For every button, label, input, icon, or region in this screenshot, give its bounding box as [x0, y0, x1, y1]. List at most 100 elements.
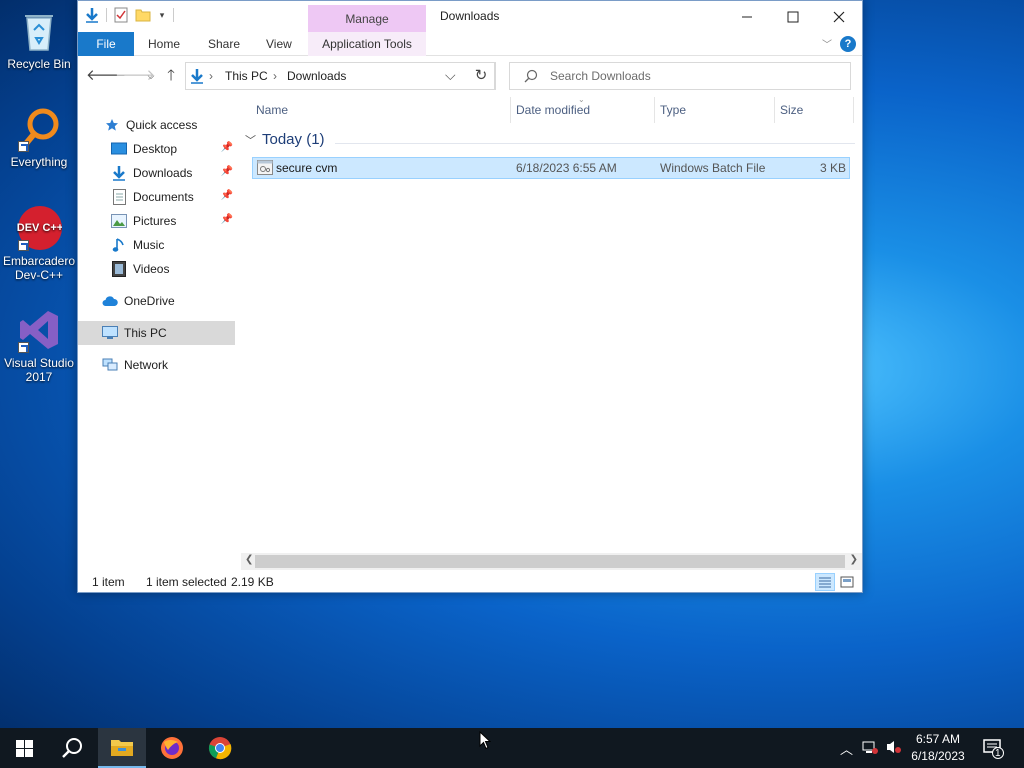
- collapse-chevron-icon[interactable]: ﹀: [245, 132, 256, 148]
- refresh-button[interactable]: ↻: [467, 62, 496, 90]
- desktop-icon-visual-studio[interactable]: Visual Studio 2017: [0, 307, 78, 384]
- column-separator[interactable]: [510, 97, 511, 123]
- close-button[interactable]: [816, 1, 862, 32]
- search-input[interactable]: [550, 69, 840, 83]
- volume-muted-icon[interactable]: [885, 739, 903, 758]
- tab-application-tools[interactable]: Application Tools: [308, 32, 426, 56]
- clock-time: 6:57 AM: [915, 732, 961, 746]
- notification-count: 1: [995, 748, 1001, 759]
- nav-downloads[interactable]: Downloads 📌: [78, 161, 235, 185]
- breadcrumb-chevron-icon[interactable]: ›: [209, 69, 213, 83]
- column-header-size[interactable]: Size: [780, 93, 803, 127]
- nav-label: Documents: [133, 190, 194, 204]
- shortcut-arrow-icon: [18, 141, 29, 152]
- taskbar-clock[interactable]: 6:57 AM 6/18/2023: [906, 731, 970, 765]
- nav-label: Videos: [133, 262, 170, 276]
- address-dropdown-icon[interactable]: ⌵: [445, 67, 456, 84]
- column-header-date-modified[interactable]: Date modified: [516, 93, 590, 127]
- taskbar-firefox[interactable]: [148, 728, 196, 768]
- file-name: secure cvm: [276, 161, 338, 175]
- desktop-icon-devcpp[interactable]: DEV C++ Embarcadero Dev-C++: [0, 205, 78, 282]
- pictures-icon: [111, 213, 127, 229]
- forward-button[interactable]: 🡒: [115, 66, 155, 86]
- tab-file[interactable]: File: [78, 32, 134, 56]
- properties-icon[interactable]: [113, 7, 129, 23]
- nav-this-pc[interactable]: This PC: [78, 321, 235, 345]
- status-item-count: 1 item: [92, 575, 125, 589]
- tab-share[interactable]: Share: [208, 32, 240, 56]
- column-header-type[interactable]: Type: [660, 93, 686, 127]
- start-button[interactable]: [0, 728, 48, 768]
- firefox-icon: [161, 737, 183, 759]
- onedrive-cloud-icon: [102, 293, 118, 309]
- nav-videos[interactable]: Videos: [78, 257, 235, 281]
- visual-studio-icon: [16, 307, 62, 353]
- nav-desktop[interactable]: Desktop 📌: [78, 137, 235, 161]
- group-header-today[interactable]: ﹀ Today (1): [245, 131, 325, 148]
- qat-dropdown-icon[interactable]: ▾: [157, 7, 167, 23]
- address-bar[interactable]: › This PC › Downloads ⌵: [185, 62, 495, 90]
- nav-pictures[interactable]: Pictures 📌: [78, 209, 235, 233]
- horizontal-scrollbar[interactable]: ❮ ❯: [241, 553, 862, 570]
- nav-network[interactable]: Network: [78, 353, 235, 377]
- minimize-button[interactable]: [724, 1, 770, 32]
- nav-documents[interactable]: Documents 📌: [78, 185, 235, 209]
- column-separator[interactable]: [654, 97, 655, 123]
- nav-quick-access[interactable]: Quick access: [78, 113, 235, 137]
- everything-icon: [16, 106, 62, 152]
- action-center-button[interactable]: 1: [983, 737, 1005, 762]
- shortcut-arrow-icon: [18, 342, 29, 353]
- notification-icon: [983, 739, 1004, 759]
- navigation-bar: 🡐 🡒 ⌵ 🡑 › This PC › Downloads ⌵ ↻: [78, 59, 862, 93]
- taskbar-chrome[interactable]: [196, 728, 244, 768]
- scrollbar-thumb[interactable]: [255, 555, 845, 568]
- breadcrumb-this-pc[interactable]: This PC: [225, 69, 268, 83]
- desktop-folder-icon: [111, 141, 127, 157]
- manage-tab[interactable]: Manage: [308, 5, 426, 32]
- network-status-icon[interactable]: [862, 739, 878, 758]
- back-button[interactable]: 🡐: [86, 66, 126, 86]
- nav-music[interactable]: Music: [78, 233, 235, 257]
- large-icons-view-button[interactable]: [837, 573, 857, 591]
- table-row[interactable]: secure cvm 6/18/2023 6:55 AM Windows Bat…: [252, 157, 850, 179]
- star-icon: [104, 117, 120, 133]
- nav-onedrive[interactable]: OneDrive: [78, 289, 235, 313]
- devcpp-icon: DEV C++: [16, 205, 63, 251]
- column-separator[interactable]: [774, 97, 775, 123]
- minimize-icon: [742, 16, 752, 17]
- taskbar-search-button[interactable]: [48, 728, 96, 768]
- scroll-left-icon[interactable]: ❮: [245, 554, 253, 565]
- desktop-icon-everything[interactable]: Everything: [0, 106, 78, 169]
- tab-home[interactable]: Home: [148, 32, 180, 56]
- help-icon[interactable]: ?: [840, 36, 856, 52]
- status-size: 2.19 KB: [231, 575, 274, 589]
- tab-view[interactable]: View: [266, 32, 292, 56]
- show-hidden-icons-icon[interactable]: ︿: [840, 739, 853, 758]
- title-bar[interactable]: ▾ Manage Downloads: [78, 1, 862, 32]
- up-button[interactable]: 🡑: [160, 66, 182, 86]
- window-title: Downloads: [440, 9, 500, 23]
- group-label: Today (1): [262, 131, 325, 148]
- expand-ribbon-icon[interactable]: ﹀: [822, 36, 832, 51]
- details-view-button[interactable]: [815, 573, 835, 591]
- column-separator[interactable]: [853, 97, 854, 123]
- scroll-right-icon[interactable]: ❯: [850, 554, 858, 565]
- breadcrumb-chevron-icon[interactable]: ›: [273, 69, 277, 83]
- recent-locations-icon[interactable]: ⌵: [140, 66, 162, 86]
- desktop-icon-recycle-bin[interactable]: Recycle Bin: [0, 8, 78, 71]
- pin-icon: 📌: [220, 190, 233, 201]
- nav-label: Music: [133, 238, 165, 252]
- computer-icon: [102, 325, 118, 341]
- search-box[interactable]: [509, 62, 851, 90]
- download-arrow-icon: [111, 165, 127, 181]
- group-divider: [335, 143, 855, 144]
- column-header-name[interactable]: Name: [256, 93, 288, 127]
- file-list: Name ⌄ Date modified Type Size ﹀ Today (…: [243, 93, 858, 553]
- file-explorer-icon: [111, 740, 133, 756]
- new-folder-icon[interactable]: [135, 7, 151, 23]
- maximize-button[interactable]: [770, 1, 816, 32]
- breadcrumb-downloads[interactable]: Downloads: [287, 69, 346, 83]
- clock-date: 6/18/2023: [911, 749, 965, 763]
- navigation-pane: Quick access Desktop 📌 Downloads 📌 Docum…: [78, 105, 238, 545]
- taskbar-file-explorer[interactable]: [98, 728, 146, 768]
